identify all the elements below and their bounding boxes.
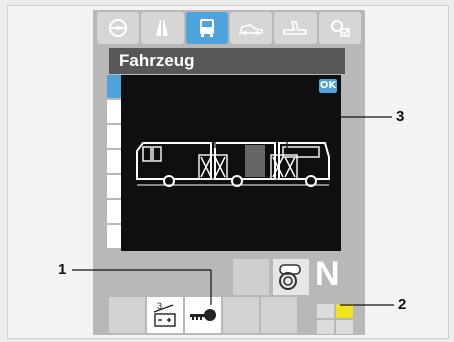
callout-1: 1: [58, 261, 67, 278]
callout-lines: [72, 116, 394, 306]
callout-3: 3: [396, 108, 405, 125]
callout-2: 2: [398, 296, 407, 313]
